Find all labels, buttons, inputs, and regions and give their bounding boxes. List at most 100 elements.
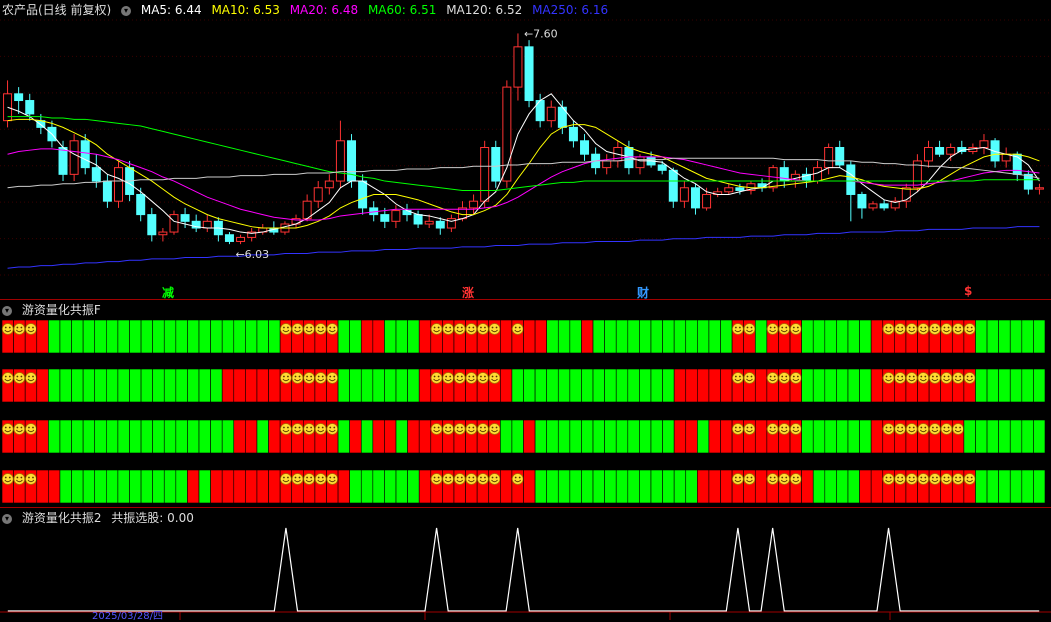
candle <box>580 134 590 161</box>
resonance-heatmap[interactable] <box>0 300 1051 508</box>
resonance-cell <box>836 319 849 354</box>
smiley-eye <box>32 375 34 378</box>
smiley-eye <box>495 426 498 429</box>
candle <box>147 207 157 242</box>
smiley-face <box>326 372 339 384</box>
candle-body <box>657 164 667 171</box>
candle <box>890 197 900 211</box>
resonance-cell <box>581 419 594 454</box>
indicator-panel[interactable]: ▾ 游资量化共振2 共振选股: 0.00 2025/03/28/四 <box>0 508 1051 622</box>
candle <box>391 205 401 229</box>
smiley-eye <box>437 375 440 378</box>
kline-chart[interactable]: ←7.60 ←6.03 <box>0 0 1051 300</box>
smiley-eye <box>433 326 436 329</box>
smiley-face <box>917 473 930 485</box>
resonance-cell <box>824 319 837 354</box>
smiley-eye <box>321 375 324 378</box>
smiley-eye <box>792 326 795 329</box>
candle <box>402 203 412 222</box>
smiley-eye <box>750 326 753 329</box>
candle <box>213 217 223 242</box>
candle <box>602 154 612 175</box>
smiley-eye <box>920 426 923 429</box>
smiley-eye <box>4 375 7 378</box>
resonance-cell <box>163 419 177 454</box>
resonance-cell <box>708 469 721 504</box>
smiley-eye <box>947 375 950 378</box>
resonance-cell <box>71 419 84 454</box>
smiley-eye <box>32 326 34 329</box>
smiley-eye <box>518 476 521 479</box>
resonance-cell <box>1033 419 1046 454</box>
resonance-cell <box>986 319 999 354</box>
dropdown-icon[interactable]: ▾ <box>2 513 12 524</box>
smiley-icon <box>25 323 37 335</box>
dropdown-icon[interactable]: ▾ <box>2 305 12 316</box>
smiley-face <box>1 323 14 335</box>
smiley-eye <box>885 426 888 429</box>
smiley-face <box>13 323 26 335</box>
smiley-eye <box>472 476 475 479</box>
resonance-cell <box>754 319 768 354</box>
resonance-cell <box>801 319 814 354</box>
smiley-eye <box>889 375 892 378</box>
smiley-icon <box>291 372 304 384</box>
smiley-face <box>453 372 466 384</box>
resonance-cell <box>48 319 61 354</box>
smiley-face <box>789 323 802 335</box>
smiley-eye <box>901 426 904 429</box>
smiley-icon <box>882 473 895 485</box>
smiley-eye <box>885 375 888 378</box>
dropdown-icon[interactable]: ▾ <box>121 5 132 16</box>
resonance-cell <box>836 368 849 403</box>
smiley-icon <box>917 423 930 435</box>
resonance-cell <box>662 419 675 454</box>
smiley-eye <box>734 426 737 429</box>
smiley-icon <box>963 473 976 485</box>
smiley-eye <box>901 326 904 329</box>
smiley-face <box>280 372 292 384</box>
smiley-face <box>778 473 791 485</box>
resonance-cell <box>106 469 119 504</box>
resonance-cell <box>812 469 826 504</box>
event-marker-dividend[interactable]: $ <box>964 284 972 298</box>
smiley-eye <box>514 326 517 329</box>
smiley-eye <box>298 326 301 329</box>
smiley-face <box>905 423 918 435</box>
resonance-cell <box>534 419 547 454</box>
candle-body <box>857 193 867 209</box>
candle <box>247 228 257 242</box>
smiley-icon <box>326 323 339 335</box>
resonance-cell <box>337 469 350 504</box>
smiley-eye <box>792 476 795 479</box>
smiley-icon <box>442 473 455 485</box>
resonance-cell <box>824 368 837 403</box>
resonance-cell <box>349 419 362 454</box>
resonance-cell <box>71 368 84 403</box>
resonance-cell <box>604 469 617 504</box>
kline-panel[interactable]: ←7.60 ←6.03 农产品(日线 前复权) ▾ MA5: 6.44 MA10:… <box>0 0 1051 300</box>
smiley-eye <box>943 426 946 429</box>
candle <box>857 191 867 219</box>
smiley-icon <box>465 423 478 435</box>
candle-body <box>14 93 24 102</box>
smiley-eye <box>781 426 784 429</box>
resonance-cell <box>592 368 605 403</box>
smiley-face <box>963 473 976 485</box>
smiley-face <box>789 473 802 485</box>
resonance-cell <box>697 419 710 454</box>
resonance-cell <box>511 419 524 454</box>
smiley-eye <box>449 476 452 479</box>
smiley-eye <box>317 375 320 378</box>
resonance-cell <box>697 319 710 354</box>
smiley-eye <box>924 426 927 429</box>
resonance-cell <box>511 368 524 403</box>
candle-body <box>835 147 845 166</box>
resonance-cell <box>245 469 258 504</box>
resonance-panel[interactable]: ▾ 游资量化共振F <box>0 300 1051 508</box>
smiley-eye <box>920 375 923 378</box>
candle-body <box>158 231 168 236</box>
resonance-cell <box>59 368 72 403</box>
smiley-face <box>963 372 976 384</box>
smiley-icon <box>477 473 489 485</box>
